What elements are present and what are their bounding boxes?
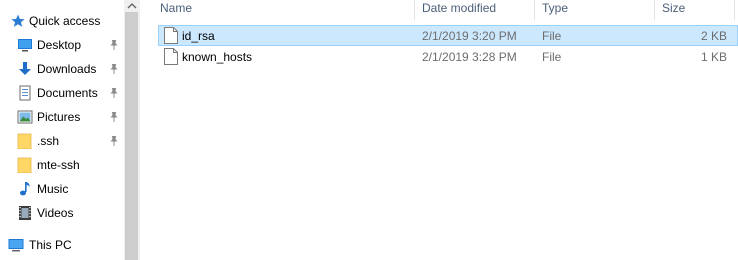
column-header-date-modified[interactable]: Date modified [422, 0, 496, 19]
nav-item-this-pc[interactable]: This PC [0, 234, 125, 256]
file-explorer-window: Quick access Desktop Downloads Documents… [0, 0, 738, 260]
file-type: File [542, 50, 562, 64]
file-icon [164, 27, 178, 44]
nav-label-documents: Documents [37, 86, 98, 100]
nav-label-pictures: Pictures [37, 110, 81, 124]
file-name: known_hosts [182, 50, 253, 64]
pictures-icon [17, 110, 33, 124]
nav-label-this-pc: This PC [29, 238, 72, 252]
nav-item-desktop[interactable]: Desktop [0, 34, 125, 56]
pin-icon[interactable] [108, 39, 120, 51]
nav-scrollbar-thumb[interactable] [125, 12, 138, 260]
computer-icon [8, 239, 24, 252]
pin-icon[interactable] [108, 111, 120, 123]
videos-icon [19, 206, 31, 220]
file-row-id-rsa[interactable]: id_rsa 2/1/2019 3:20 PM File 2 KB [158, 25, 738, 46]
music-note-icon [20, 182, 30, 196]
nav-label-videos: Videos [37, 206, 74, 220]
file-icon [164, 48, 178, 65]
file-size: 1 KB [700, 50, 727, 64]
column-divider[interactable] [534, 0, 535, 20]
nav-label-music: Music [37, 182, 69, 196]
nav-label-downloads: Downloads [37, 62, 97, 76]
star-icon [11, 14, 25, 27]
column-header-type[interactable]: Type [542, 0, 568, 19]
file-size: 2 KB [700, 29, 727, 43]
nav-item-videos[interactable]: Videos [0, 202, 125, 224]
file-date-modified: 2/1/2019 3:28 PM [422, 50, 517, 64]
nav-label-mte-ssh: mte-ssh [37, 158, 80, 172]
download-arrow-icon [19, 62, 31, 75]
navigation-pane: Quick access Desktop Downloads Documents… [0, 0, 125, 260]
desktop-icon [18, 39, 32, 52]
pin-icon[interactable] [108, 87, 120, 99]
nav-item-downloads[interactable]: Downloads [0, 58, 125, 80]
nav-item-pictures[interactable]: Pictures [0, 106, 125, 128]
nav-item-mte-ssh[interactable]: mte-ssh [0, 154, 125, 176]
scroll-up-arrow-icon[interactable] [124, 0, 140, 12]
nav-label-quick-access: Quick access [29, 14, 101, 28]
file-row-known-hosts[interactable]: known_hosts 2/1/2019 3:28 PM File 1 KB [158, 46, 738, 67]
pin-icon[interactable] [108, 63, 120, 75]
column-header-size[interactable]: Size [662, 0, 685, 19]
nav-label-desktop: Desktop [37, 38, 82, 52]
file-name: id_rsa [182, 29, 215, 43]
file-type: File [542, 29, 562, 43]
documents-icon [19, 85, 31, 101]
nav-item-music[interactable]: Music [0, 178, 125, 200]
nav-label-ssh: .ssh [37, 134, 60, 148]
folder-icon [17, 157, 32, 173]
nav-item-documents[interactable]: Documents [0, 82, 125, 104]
file-list-pane: Name Date modified Type Size id_rsa 2/1/… [140, 0, 738, 260]
nav-item-ssh[interactable]: .ssh [0, 130, 125, 152]
column-header-name[interactable]: Name [160, 0, 192, 19]
nav-item-quick-access[interactable]: Quick access [0, 10, 125, 32]
pin-icon[interactable] [108, 135, 120, 147]
column-divider[interactable] [734, 0, 735, 20]
folder-icon [17, 133, 32, 149]
column-divider[interactable] [414, 0, 415, 20]
column-divider[interactable] [654, 0, 655, 20]
file-date-modified: 2/1/2019 3:20 PM [422, 29, 517, 43]
